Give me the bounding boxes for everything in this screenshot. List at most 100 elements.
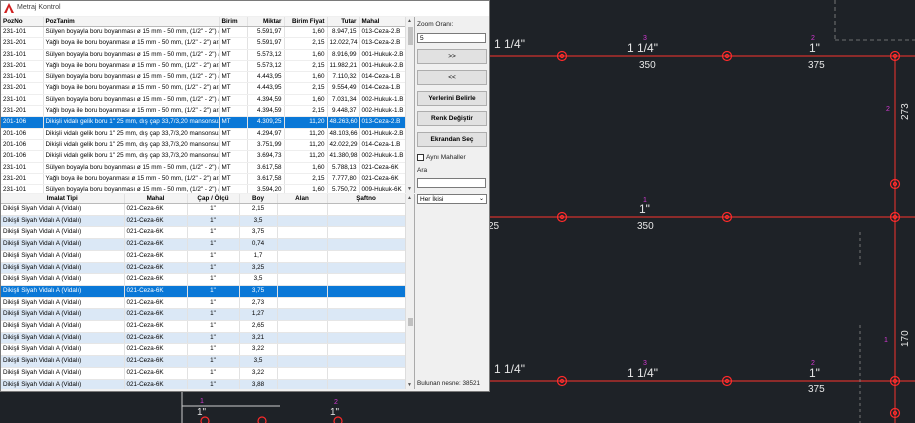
table-row[interactable]: 201-106 Dikişli vidalı gelik boru 1" 25 m…: [1, 116, 406, 129]
cad-label-size: 1 1/4": [494, 362, 525, 376]
table-row[interactable]: 231-201 Yağlı boya ile boru boyanması ø 1…: [1, 173, 406, 186]
table-cell: 013-Ceza-2.B: [359, 37, 406, 50]
table-cell: 8.916,99: [327, 49, 360, 61]
imalat-table: Imalat Tipi Mahal Çap / Ölçü Boy Alan Şaftno …: [1, 194, 406, 389]
scroll-up-icon[interactable]: ▲: [407, 18, 412, 24]
table-cell: 7.110,32: [327, 71, 360, 84]
table-row[interactable]: Dikişli Siyah Vidalı A (Vidalı) 021-Ceza-…: [1, 262, 406, 275]
table-row[interactable]: 201-106 Dikişli vidalı gelik boru 1" 25 m…: [1, 128, 406, 140]
poz-grid-column-header[interactable]: PozTanim: [43, 17, 220, 27]
prev-button[interactable]: <<: [417, 70, 487, 85]
imalat-grid-header: Imalat Tipi Mahal Çap / Ölçü Boy Alan Şaftno: [1, 194, 406, 204]
table-row[interactable]: Dikişli Siyah Vidalı A (Vidalı) 021-Ceza-…: [1, 226, 406, 240]
imalat-grid-column-header[interactable]: Boy: [239, 194, 278, 204]
zoom-input[interactable]: 5: [417, 33, 486, 43]
poz-grid-column-header[interactable]: Tutar: [327, 17, 360, 27]
table-cell: 5.573,12: [247, 60, 285, 73]
table-row[interactable]: Dikişli Siyah Vidalı A (Vidalı) 021-Ceza-…: [1, 297, 406, 310]
table-cell: Dikişli Siyah Vidalı A (Vidalı): [1, 285, 125, 298]
table-row[interactable]: Dikişli Siyah Vidalı A (Vidalı) 021-Ceza-…: [1, 308, 406, 322]
table-row[interactable]: Dikişli Siyah Vidalı A (Vidalı) 021-Ceza-…: [1, 203, 406, 216]
imalat-grid-column-header[interactable]: Çap / Ölçü: [187, 194, 240, 204]
table-cell: MT: [219, 49, 248, 61]
table-cell: 013-Ceza-2.B: [359, 26, 406, 39]
imalat-grid-scrollbar[interactable]: ▲ ▼: [405, 194, 414, 389]
table-cell: Dikişli Siyah Vidalı A (Vidalı): [1, 379, 125, 389]
table-row[interactable]: 231-201 Yağlı boya ile boru boyanması ø 1…: [1, 105, 406, 118]
table-cell: Sülyen boyayla boru boyanması ø 15 mm - …: [43, 26, 220, 39]
table-row[interactable]: Dikişli Siyah Vidalı A (Vidalı) 021-Ceza-…: [1, 355, 406, 368]
table-row[interactable]: Dikişli Siyah Vidalı A (Vidalı) 021-Ceza-…: [1, 285, 406, 298]
table-row[interactable]: Dikişli Siyah Vidalı A (Vidalı) 021-Ceza-…: [1, 379, 406, 389]
same-rooms-checkbox[interactable]: [417, 154, 424, 161]
scroll-up-icon[interactable]: ▲: [407, 195, 412, 201]
scroll-thumb[interactable]: [408, 27, 413, 45]
highlight-button[interactable]: Yerlerini Belirle: [417, 91, 487, 106]
imalat-grid-column-header[interactable]: Imalat Tipi: [1, 194, 125, 204]
table-row[interactable]: Dikişli Siyah Vidalı A (Vidalı) 021-Ceza-…: [1, 332, 406, 345]
table-cell: MT: [219, 37, 248, 50]
table-cell: 11,20: [284, 128, 328, 140]
table-cell: 0,74: [239, 238, 278, 251]
change-color-button[interactable]: Renk Değiştir: [417, 111, 487, 126]
table-cell: [327, 238, 406, 251]
next-button[interactable]: >>: [417, 49, 487, 64]
cad-node-number: 2: [334, 399, 338, 406]
table-cell: 3,22: [239, 367, 278, 380]
table-row[interactable]: Dikişli Siyah Vidalı A (Vidalı) 021-Ceza-…: [1, 273, 406, 286]
search-label: Ara: [417, 167, 428, 174]
table-row[interactable]: Dikişli Siyah Vidalı A (Vidalı) 021-Ceza-…: [1, 320, 406, 333]
table-row[interactable]: 231-101 Sülyen boyayla boru boyanması ø 1…: [1, 26, 406, 39]
pick-from-screen-button[interactable]: Ekrandan Seç: [417, 132, 487, 147]
poz-grid[interactable]: PozNo PozTanim Birim Miktar Birim Fiyat Tutar…: [1, 17, 415, 193]
table-cell: 1,7: [239, 250, 278, 263]
table-cell: Yağlı boya ile boru boyanması ø 15 mm - …: [43, 105, 220, 118]
table-row[interactable]: Dikişli Siyah Vidalı A (Vidalı) 021-Ceza-…: [1, 367, 406, 380]
scroll-down-icon[interactable]: ▼: [407, 186, 412, 192]
imalat-grid-column-header[interactable]: Mahal: [124, 194, 188, 204]
table-row[interactable]: 231-101 Sülyen boyayla boru boyanması ø 1…: [1, 71, 406, 84]
poz-grid-column-header[interactable]: PozNo: [1, 17, 44, 27]
table-row[interactable]: 231-101 Sülyen boyayla boru boyanması ø 1…: [1, 162, 406, 174]
table-cell: 1": [187, 215, 240, 228]
table-cell: 013-Ceza-2.B: [359, 116, 406, 129]
poz-grid-scrollbar[interactable]: ▲ ▼: [405, 17, 414, 193]
table-cell: 11,20: [284, 139, 328, 152]
table-row[interactable]: 231-201 Yağlı boya ile boru boyanması ø 1…: [1, 60, 406, 73]
table-row[interactable]: Dikişli Siyah Vidalı A (Vidalı) 021-Ceza-…: [1, 215, 406, 228]
table-row[interactable]: 201-106 Dikişli vidalı gelik boru 1" 25 m…: [1, 150, 406, 163]
cad-label-size: 1": [197, 407, 207, 418]
poz-grid-column-header[interactable]: Mahal: [359, 17, 406, 27]
table-row[interactable]: 231-201 Yağlı boya ile boru boyanması ø 1…: [1, 37, 406, 50]
table-row[interactable]: 231-101 Sülyen boyayla boru boyanması ø 1…: [1, 94, 406, 107]
table-cell: [277, 238, 328, 251]
imalat-grid[interactable]: Imalat Tipi Mahal Çap / Ölçü Boy Alan Şaftno …: [1, 194, 415, 389]
table-row[interactable]: 231-201 Yağlı boya ile boru boyanması ø 1…: [1, 82, 406, 95]
search-input[interactable]: [417, 178, 486, 188]
table-row[interactable]: 201-106 Dikişli vidalı gelik boru 1" 25 m…: [1, 139, 406, 152]
poz-grid-column-header[interactable]: Birim Fiyat: [284, 17, 328, 27]
imalat-grid-column-header[interactable]: Alan: [277, 194, 328, 204]
table-cell: [327, 320, 406, 333]
table-cell: [277, 367, 328, 380]
imalat-grid-column-header[interactable]: Şaftno: [327, 194, 406, 204]
table-row[interactable]: 231-101 Sülyen boyayla boru boyanması ø 1…: [1, 184, 406, 193]
status-text: Bulunan nesne: 38521: [417, 380, 481, 387]
title-bar[interactable]: Metraj Kontrol: [1, 1, 489, 16]
cad-node-number: 2: [886, 106, 890, 113]
filter-select[interactable]: Her İkisi ⌄: [417, 194, 487, 204]
table-row[interactable]: Dikişli Siyah Vidalı A (Vidalı) 021-Ceza-…: [1, 250, 406, 263]
metraj-kontrol-window: Metraj Kontrol PozNo PozTanim Birim Miktar B…: [0, 0, 490, 392]
table-cell: Dikişli Siyah Vidalı A (Vidalı): [1, 250, 125, 263]
table-cell: [327, 273, 406, 286]
table-cell: MT: [219, 105, 248, 118]
poz-grid-column-header[interactable]: Miktar: [247, 17, 285, 27]
scroll-thumb[interactable]: [408, 318, 413, 326]
poz-grid-column-header[interactable]: Birim: [219, 17, 248, 27]
table-cell: 2,15: [284, 60, 328, 73]
scroll-down-icon[interactable]: ▼: [407, 382, 412, 388]
table-row[interactable]: Dikişli Siyah Vidalı A (Vidalı) 021-Ceza-…: [1, 238, 406, 251]
table-row[interactable]: 231-101 Sülyen boyayla boru boyanması ø 1…: [1, 49, 406, 61]
table-cell: [277, 285, 328, 298]
table-row[interactable]: Dikişli Siyah Vidalı A (Vidalı) 021-Ceza-…: [1, 343, 406, 357]
